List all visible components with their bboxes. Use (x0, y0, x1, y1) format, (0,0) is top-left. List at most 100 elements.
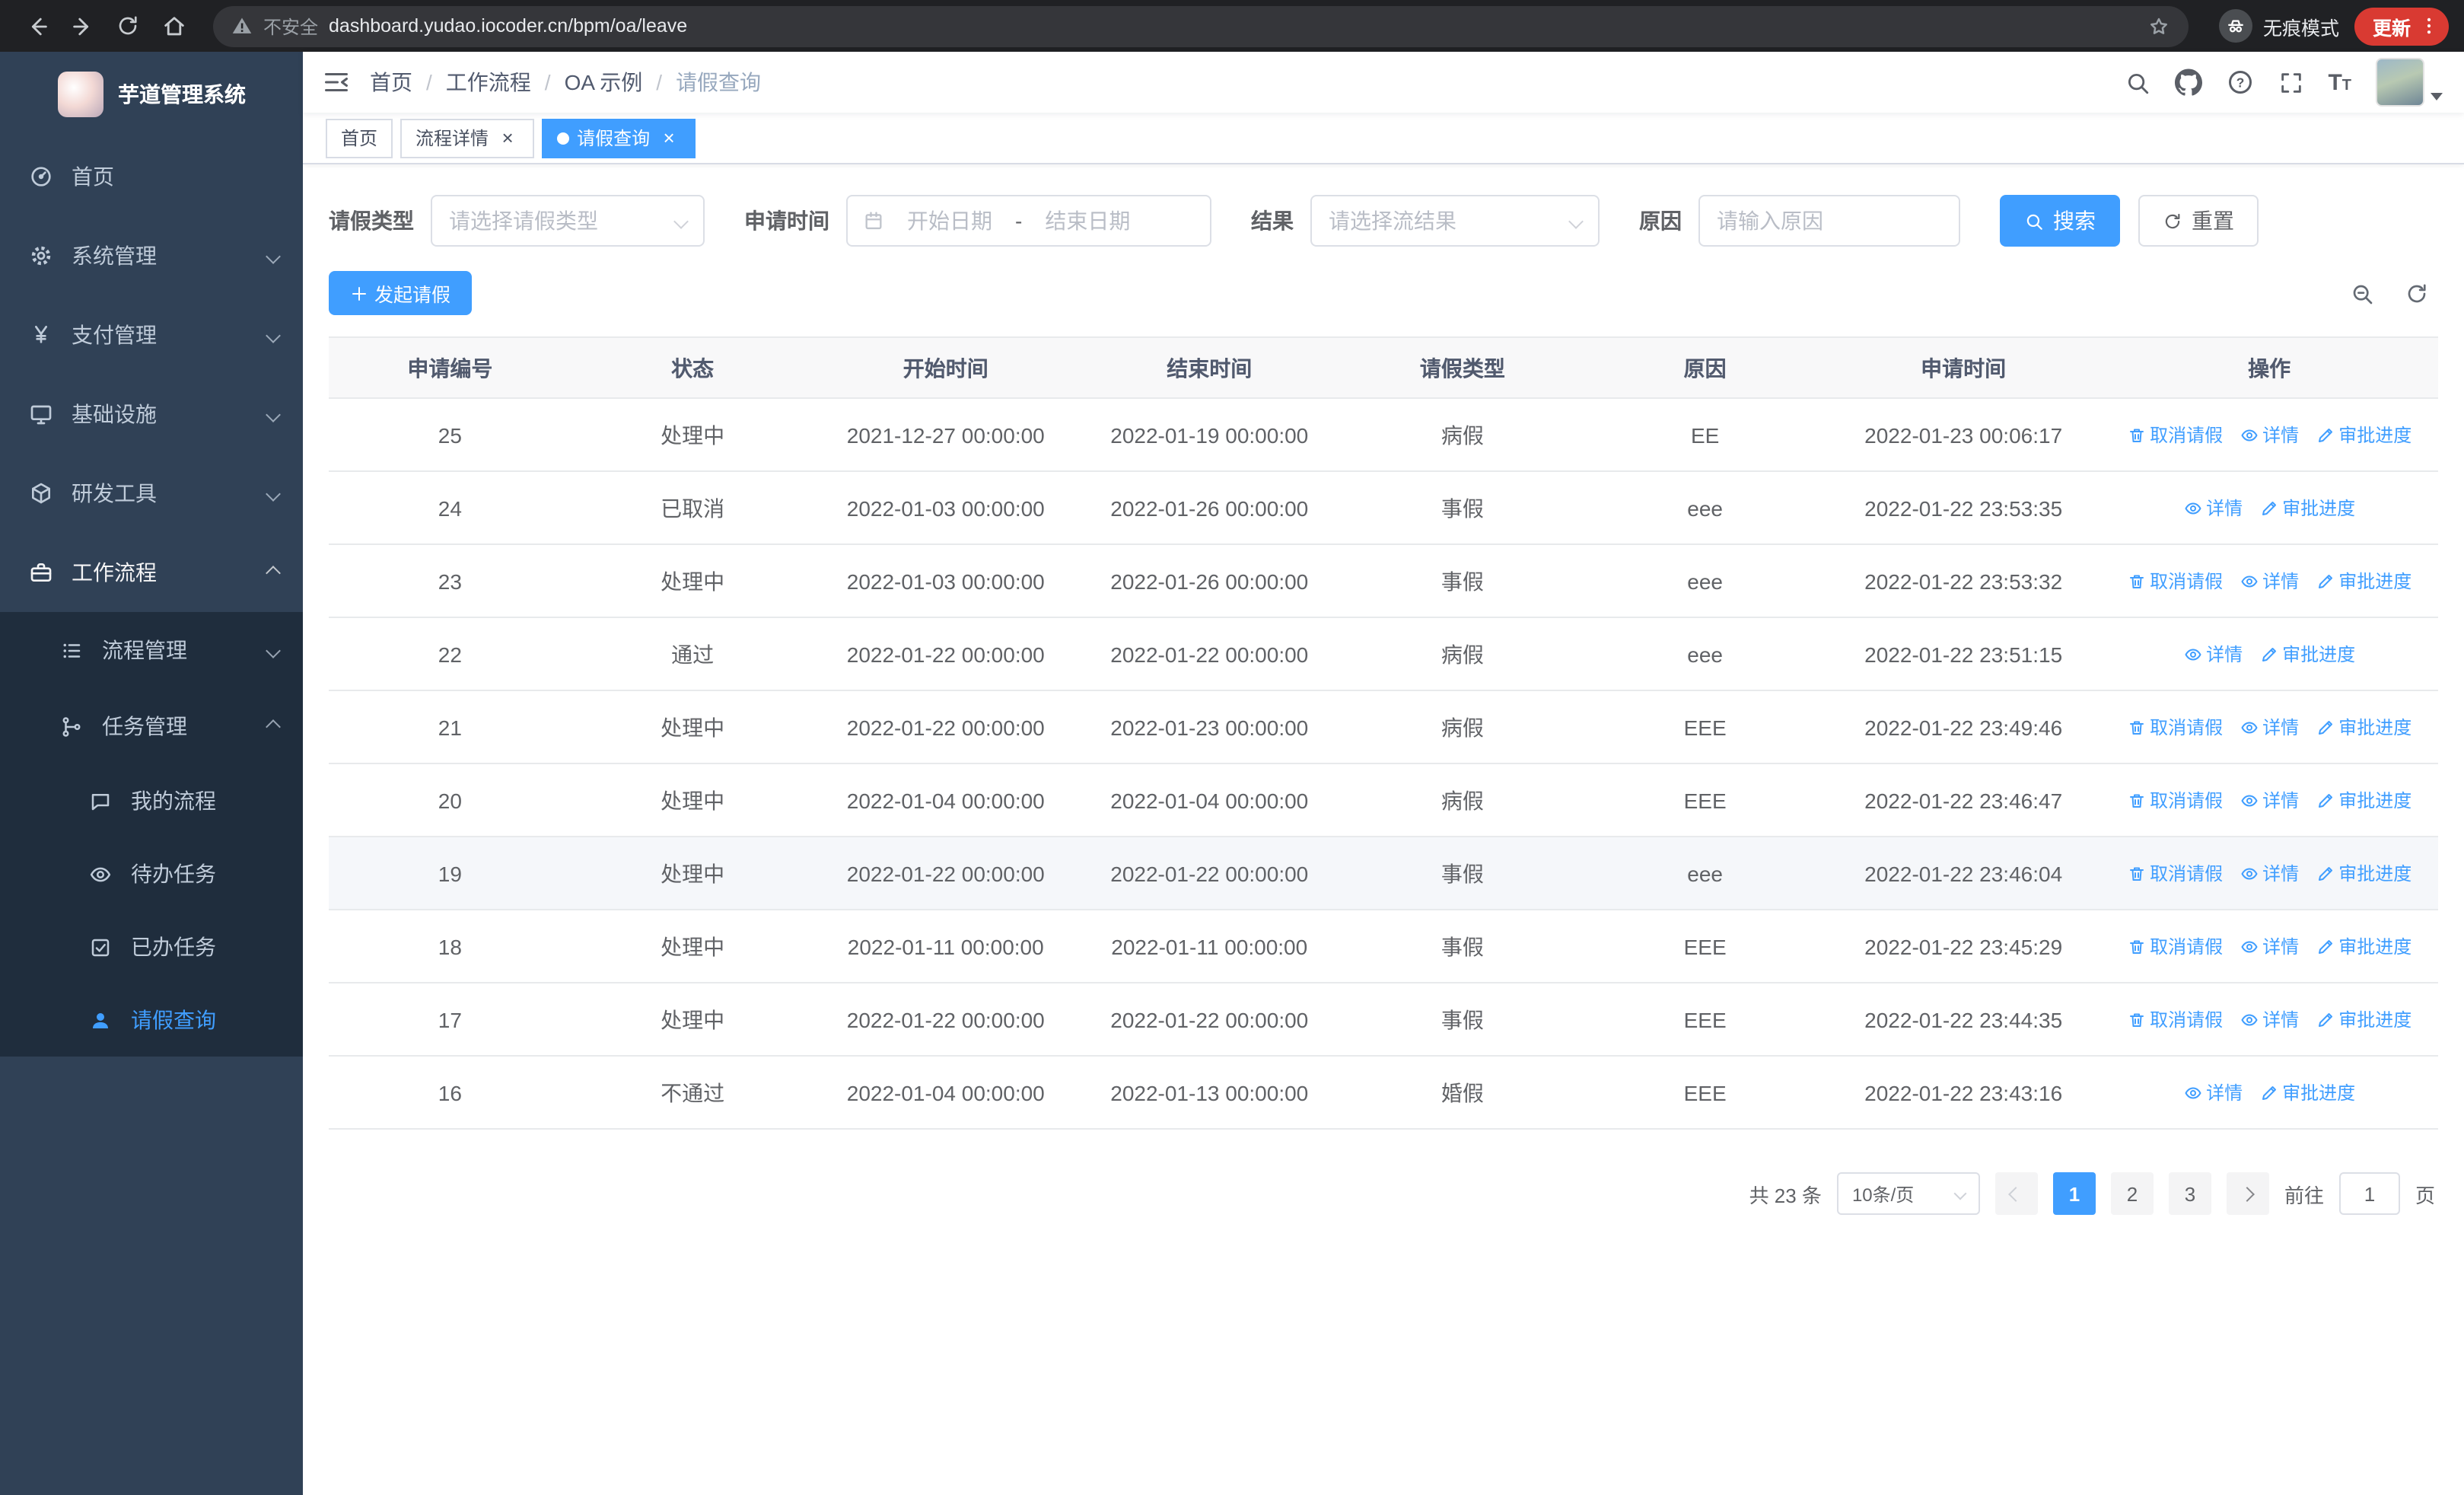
detail-link[interactable]: 详情 (2240, 422, 2299, 448)
back-button[interactable] (15, 5, 58, 47)
fullscreen-button[interactable] (2278, 69, 2303, 95)
home-button[interactable] (152, 5, 195, 47)
breadcrumb-home[interactable]: 首页 (370, 67, 412, 97)
leave-type-select[interactable]: 请选择请假类型 (431, 195, 705, 247)
cancel-leave-link[interactable]: 取消请假 (2127, 422, 2223, 448)
app-logo[interactable]: 芋道管理系统 (0, 52, 303, 137)
reset-button[interactable]: 重置 (2138, 195, 2259, 247)
cancel-leave-link[interactable]: 取消请假 (2127, 1006, 2223, 1032)
trash-icon (2129, 1012, 2144, 1026)
security-label[interactable]: 不安全 (263, 13, 318, 39)
monitor-icon (30, 405, 52, 425)
detail-link[interactable]: 详情 (2240, 568, 2299, 594)
user-menu[interactable] (2376, 58, 2443, 107)
approval-progress-link[interactable]: 审批进度 (2259, 1079, 2355, 1105)
detail-link[interactable]: 详情 (2240, 714, 2299, 740)
approval-progress-link[interactable]: 审批进度 (2316, 714, 2411, 740)
approval-progress-link[interactable]: 审批进度 (2316, 568, 2411, 594)
detail-link[interactable]: 详情 (2183, 495, 2243, 521)
cancel-leave-link[interactable]: 取消请假 (2127, 568, 2223, 594)
close-icon[interactable]: × (496, 126, 519, 149)
header-search-button[interactable] (2124, 69, 2150, 95)
cell-end-time: 2022-01-19 00:00:00 (1078, 398, 1342, 472)
font-size-button[interactable]: TT (2328, 71, 2351, 94)
next-page-button[interactable] (2226, 1172, 2269, 1215)
sidebar-item-infrastructure[interactable]: 基础设施 (0, 375, 303, 454)
date-range-picker[interactable]: - (846, 195, 1211, 247)
cancel-leave-link[interactable]: 取消请假 (2127, 933, 2223, 959)
help-button[interactable]: ? (2226, 69, 2253, 96)
url-text[interactable]: dashboard.yudao.iocoder.cn/bpm/oa/leave (329, 15, 2137, 37)
create-leave-button[interactable]: 发起请假 (329, 271, 473, 315)
cell-start-time: 2021-12-27 00:00:00 (813, 398, 1078, 472)
search-button[interactable]: 搜索 (2000, 195, 2120, 247)
sidebar-item-payment-mgmt[interactable]: 支付管理 (0, 295, 303, 375)
page-2-button[interactable]: 2 (2110, 1172, 2154, 1215)
sidebar-item-workflow[interactable]: 工作流程 (0, 533, 303, 612)
breadcrumb-oa-example[interactable]: OA 示例 (565, 67, 643, 97)
page-3-button[interactable]: 3 (2168, 1172, 2211, 1215)
tab-home[interactable]: 首页 (326, 118, 393, 158)
address-bar[interactable]: 不安全 dashboard.yudao.iocoder.cn/bpm/oa/le… (213, 5, 2189, 46)
toggle-search-button[interactable] (2350, 281, 2374, 305)
sidebar: 芋道管理系统 首页 系统管理 支付管理 基础设施 研发工具 工作流程 流程管理 … (0, 52, 303, 1495)
sidebar-item-leave-query[interactable]: 请假查询 (0, 983, 303, 1057)
approval-progress-link[interactable]: 审批进度 (2316, 1006, 2411, 1032)
github-button[interactable] (2174, 69, 2202, 96)
detail-label: 详情 (2262, 1009, 2300, 1031)
edit-pen-icon (2262, 647, 2276, 661)
approval-progress-link[interactable]: 审批进度 (2316, 787, 2411, 813)
sidebar-item-process-mgmt[interactable]: 流程管理 (0, 612, 303, 688)
security-warning-icon[interactable] (231, 15, 253, 37)
sidebar-item-done-tasks[interactable]: 已办任务 (0, 910, 303, 983)
page-size-select[interactable]: 10条/页 (1836, 1172, 1980, 1215)
sidebar-toggle-button[interactable] (303, 52, 370, 113)
cell-reason: EEE (1584, 763, 1826, 837)
sidebar-item-system-mgmt[interactable]: 系统管理 (0, 216, 303, 295)
breadcrumb-workflow[interactable]: 工作流程 (446, 67, 531, 97)
start-date-input[interactable] (890, 209, 1009, 233)
detail-link[interactable]: 详情 (2183, 641, 2243, 667)
goto-page-input[interactable] (2338, 1172, 2400, 1215)
tab-leave-query[interactable]: 请假查询 × (542, 118, 696, 158)
close-icon[interactable]: × (657, 126, 680, 149)
reason-input[interactable] (1698, 195, 1960, 247)
detail-link[interactable]: 详情 (2240, 933, 2299, 959)
forward-button[interactable] (61, 5, 103, 47)
sidebar-item-home[interactable]: 首页 (0, 137, 303, 216)
cancel-leave-link[interactable]: 取消请假 (2127, 714, 2223, 740)
bookmark-star-icon[interactable] (2147, 14, 2170, 37)
incognito-badge[interactable]: 无痕模式 (2218, 9, 2339, 43)
approval-progress-link[interactable]: 审批进度 (2316, 933, 2411, 959)
update-button[interactable]: 更新 (2354, 7, 2449, 45)
sidebar-item-todo-tasks[interactable]: 待办任务 (0, 837, 303, 910)
browser-menu-icon[interactable] (2418, 15, 2440, 37)
reload-button[interactable] (107, 5, 149, 47)
refresh-table-button[interactable] (2405, 281, 2429, 305)
cancel-leave-link[interactable]: 取消请假 (2127, 787, 2223, 813)
col-reason: 原因 (1584, 336, 1826, 399)
eye-icon (2240, 794, 2257, 806)
detail-link[interactable]: 详情 (2240, 787, 2299, 813)
sidebar-item-label: 基础设施 (72, 402, 157, 426)
cell-apply-id: 18 (329, 910, 571, 983)
detail-label: 详情 (2206, 1082, 2243, 1104)
approval-progress-link[interactable]: 审批进度 (2316, 860, 2411, 886)
sidebar-item-dev-tools[interactable]: 研发工具 (0, 454, 303, 533)
page-1-button[interactable]: 1 (2052, 1172, 2096, 1215)
chevron-up-icon (266, 565, 281, 580)
end-date-input[interactable] (1028, 209, 1148, 233)
cancel-leave-link[interactable]: 取消请假 (2127, 860, 2223, 886)
range-separator: - (1015, 209, 1023, 233)
prev-page-button[interactable] (1994, 1172, 2038, 1215)
result-select[interactable]: 请选择流结果 (1310, 195, 1600, 247)
approval-progress-link[interactable]: 审批进度 (2316, 422, 2411, 448)
approval-progress-link[interactable]: 审批进度 (2259, 641, 2355, 667)
sidebar-item-task-mgmt[interactable]: 任务管理 (0, 688, 303, 764)
tab-process-detail[interactable]: 流程详情 × (400, 118, 535, 158)
sidebar-item-my-process[interactable]: 我的流程 (0, 764, 303, 837)
approval-progress-link[interactable]: 审批进度 (2259, 495, 2355, 521)
detail-link[interactable]: 详情 (2240, 1006, 2299, 1032)
detail-link[interactable]: 详情 (2183, 1079, 2243, 1105)
detail-link[interactable]: 详情 (2240, 860, 2299, 886)
